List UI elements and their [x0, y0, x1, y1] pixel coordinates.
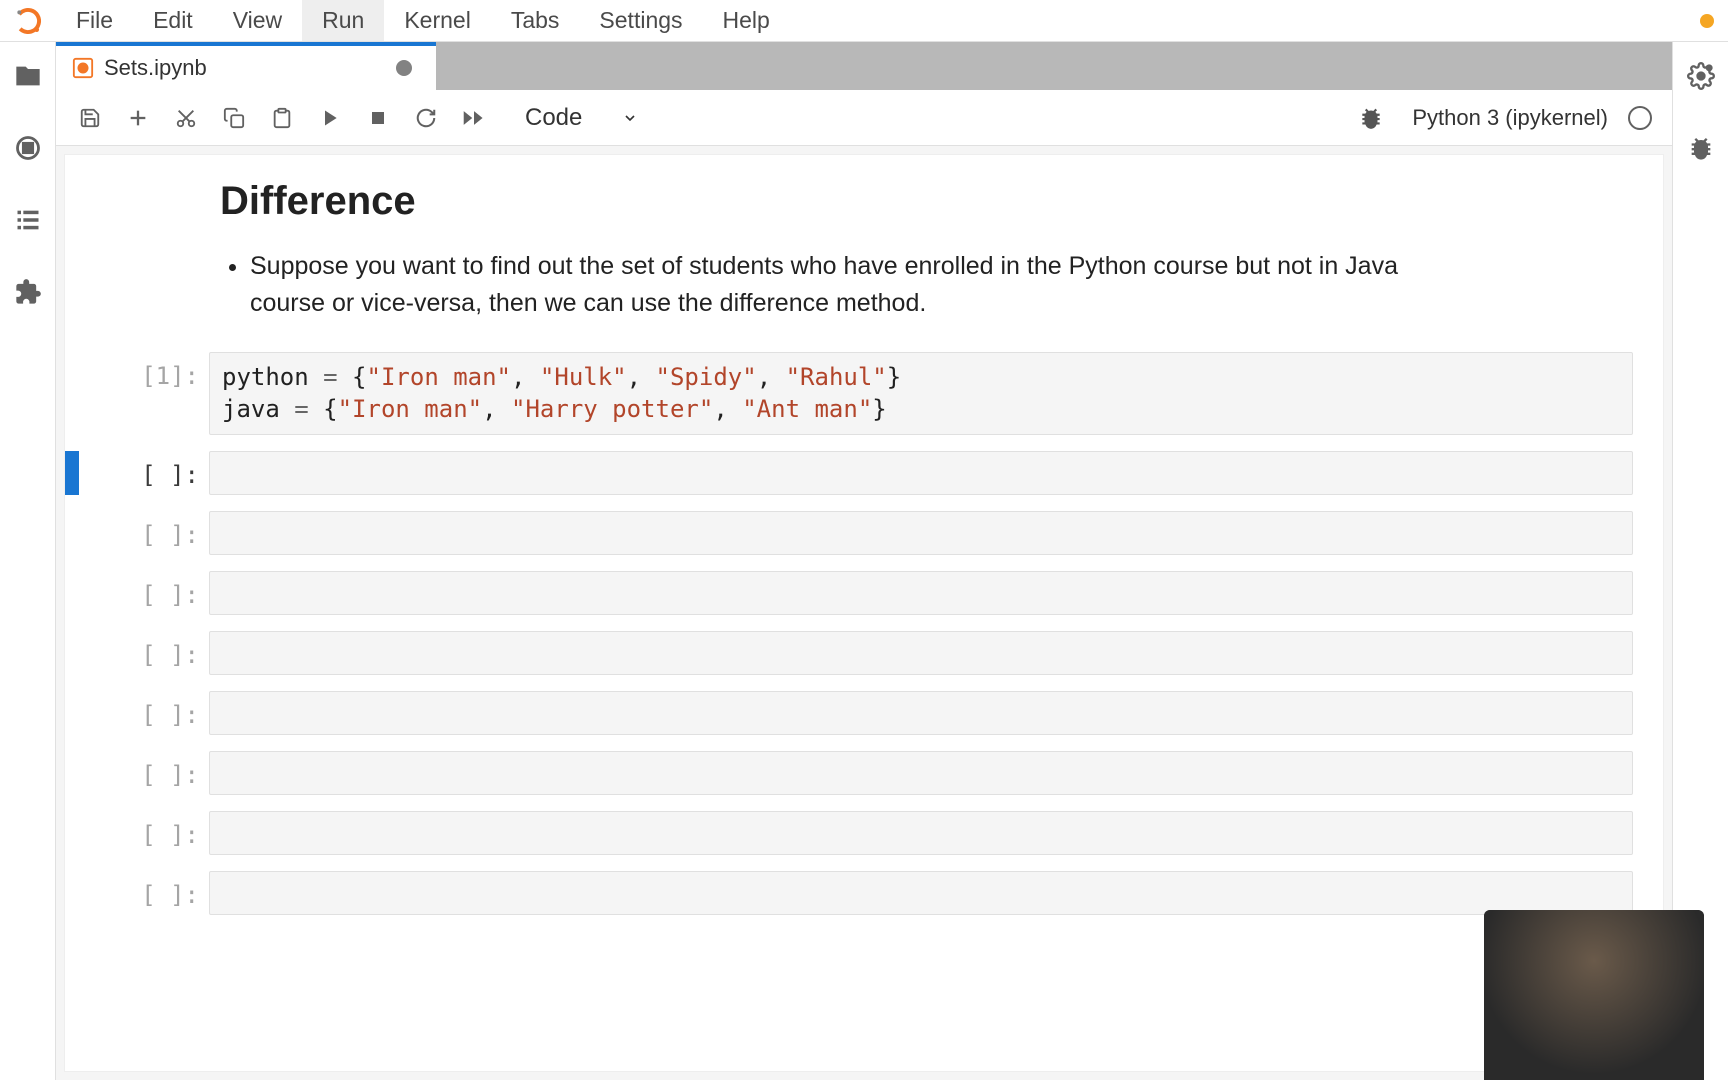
save-button[interactable] — [70, 98, 110, 138]
code-input[interactable] — [209, 811, 1633, 855]
copy-button[interactable] — [214, 98, 254, 138]
code-cell-empty[interactable]: [ ]: — [65, 625, 1663, 681]
menubar: File Edit View Run Kernel Tabs Settings … — [0, 0, 1728, 42]
cell-prompt: [ ]: — [79, 871, 209, 915]
heading-difference: Difference — [220, 179, 1623, 224]
cell-prompt: [1]: — [79, 352, 209, 435]
webcam-overlay — [1484, 910, 1704, 1080]
debugger-panel-icon[interactable] — [1687, 134, 1715, 162]
code-input[interactable] — [209, 751, 1633, 795]
code-cell-empty[interactable]: [ ]: — [65, 745, 1663, 801]
menu-help[interactable]: Help — [703, 0, 790, 41]
notebook-toolbar: Code Python 3 (ipykernel) — [56, 90, 1672, 146]
cell-prompt: [ ]: — [79, 451, 209, 495]
cell-prompt: [ ]: — [79, 631, 209, 675]
code-input[interactable] — [209, 691, 1633, 735]
menu-settings[interactable]: Settings — [579, 0, 702, 41]
debugger-icon[interactable] — [1358, 105, 1384, 131]
cell-prompt: [ ]: — [79, 511, 209, 555]
cell-prompt: [ ]: — [79, 811, 209, 855]
code-input[interactable] — [209, 871, 1633, 915]
running-terminals-icon[interactable] — [14, 134, 42, 162]
folder-icon[interactable] — [14, 62, 42, 90]
cut-button[interactable] — [166, 98, 206, 138]
menu-run[interactable]: Run — [302, 0, 384, 41]
cell-selection-bar — [65, 451, 79, 495]
menu-tabs[interactable]: Tabs — [491, 0, 580, 41]
code-cell-empty[interactable]: [ ]: — [65, 805, 1663, 861]
notebook-area[interactable]: Difference Suppose you want to find out … — [64, 154, 1664, 1072]
jupyter-logo — [0, 0, 56, 41]
cell-prompt: [ ]: — [79, 751, 209, 795]
kernel-name[interactable]: Python 3 (ipykernel) — [1412, 105, 1608, 131]
tab-title: Sets.ipynb — [104, 55, 207, 81]
kernel-status-icon[interactable] — [1628, 106, 1652, 130]
menu-edit[interactable]: Edit — [133, 0, 213, 41]
code-cell-empty[interactable]: [ ]: — [65, 865, 1663, 921]
menu-file[interactable]: File — [56, 0, 133, 41]
chevron-down-icon — [622, 110, 638, 126]
code-input[interactable] — [209, 511, 1633, 555]
run-button[interactable] — [310, 98, 350, 138]
code-cell-selected[interactable]: [ ]: — [65, 445, 1663, 501]
left-sidebar — [0, 42, 56, 1080]
add-cell-button[interactable] — [118, 98, 158, 138]
cell-type-select[interactable]: Code — [512, 99, 651, 137]
code-input[interactable] — [209, 451, 1633, 495]
code-input[interactable]: python = {"Iron man", "Hulk", "Spidy", "… — [209, 352, 1633, 435]
status-dot-icon — [1700, 14, 1714, 28]
unsaved-dot-icon — [396, 60, 412, 76]
restart-button[interactable] — [406, 98, 446, 138]
code-cell-empty[interactable]: [ ]: — [65, 685, 1663, 741]
property-inspector-icon[interactable] — [1687, 62, 1715, 90]
paste-button[interactable] — [262, 98, 302, 138]
code-cell-empty[interactable]: [ ]: — [65, 505, 1663, 561]
extension-icon[interactable] — [14, 278, 42, 306]
menu-view[interactable]: View — [213, 0, 302, 41]
restart-run-all-button[interactable] — [454, 98, 494, 138]
markdown-cell[interactable]: Difference Suppose you want to find out … — [65, 179, 1663, 322]
stop-button[interactable] — [358, 98, 398, 138]
cell-prompt: [ ]: — [79, 691, 209, 735]
toc-icon[interactable] — [14, 206, 42, 234]
code-cell-empty[interactable]: [ ]: — [65, 565, 1663, 621]
main-area: Sets.ipynb Code Python 3 (ipykernel) — [56, 42, 1672, 1080]
notebook-icon — [72, 57, 94, 79]
tab-sets-ipynb[interactable]: Sets.ipynb — [56, 42, 436, 90]
bullet-text: Suppose you want to find out the set of … — [250, 248, 1470, 322]
code-input[interactable] — [209, 631, 1633, 675]
menu-kernel[interactable]: Kernel — [384, 0, 490, 41]
tabbar: Sets.ipynb — [56, 42, 1672, 90]
cell-prompt: [ ]: — [79, 571, 209, 615]
code-cell-1[interactable]: [1]: python = {"Iron man", "Hulk", "Spid… — [65, 346, 1663, 441]
code-input[interactable] — [209, 571, 1633, 615]
cell-type-value: Code — [525, 104, 582, 132]
